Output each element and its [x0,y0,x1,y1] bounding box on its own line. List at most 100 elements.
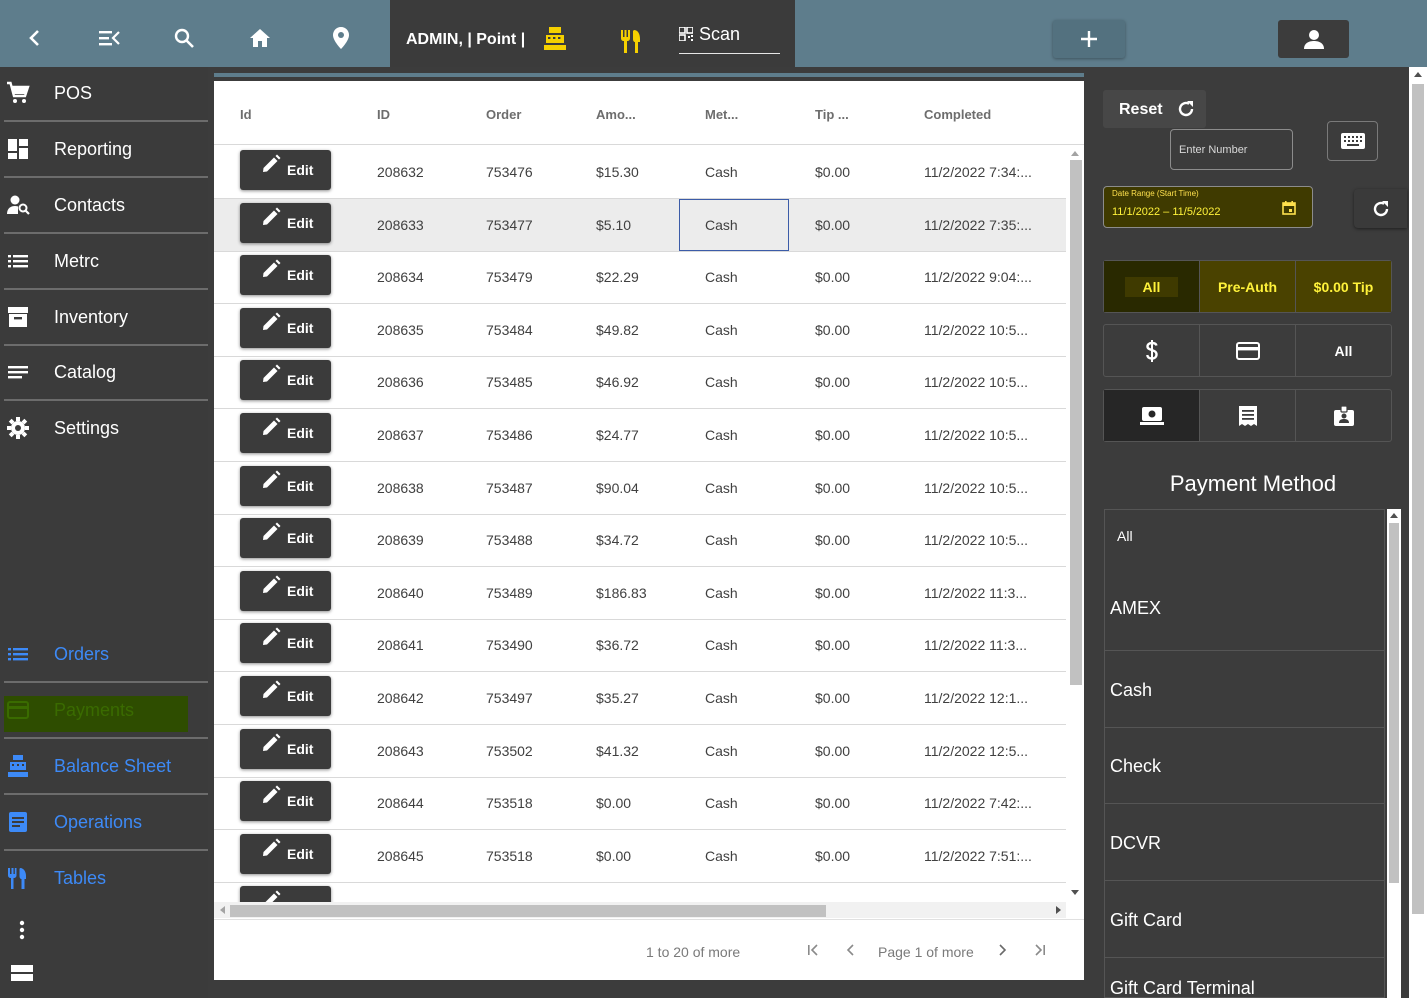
amount-cell[interactable]: $36.72 [596,637,696,653]
payment-method-item[interactable]: Gift Card [1105,881,1384,958]
table-row[interactable]: Edit 208633 753477 $5.10 Cash $0.00 11/2/2022 … [214,198,1066,252]
table-row[interactable]: Edit 208645 753518 $0.00 Cash $0.00 11/2/2022 … [214,830,1066,883]
amount-cell[interactable]: $0.00 [596,795,696,811]
completed-cell[interactable]: 11/2/2022 10:5... [924,374,1042,390]
table-vertical-scrollbar[interactable] [1066,146,1084,902]
payment-id-cell[interactable]: 208640 [377,585,477,601]
tip-cell[interactable]: $0.00 [815,795,915,811]
payment-id-cell[interactable]: 208633 [377,217,477,233]
tip-cell[interactable]: $0.00 [815,743,915,759]
order-cell[interactable]: 753485 [486,374,586,390]
payment-method-item[interactable]: All [1105,510,1384,564]
column-header-completed[interactable]: Completed [924,107,991,122]
amount-cell[interactable]: $15.30 [596,164,696,180]
scroll-up-arrow[interactable] [1390,513,1398,518]
scroll-right-arrow[interactable] [1056,906,1061,914]
order-cell[interactable]: 753486 [486,427,586,443]
scroll-up-arrow[interactable] [1071,151,1079,156]
edit-button[interactable]: Edit [240,518,331,559]
filter-zero-tip-button[interactable]: $0.00 Tip [1296,261,1391,312]
amount-cell[interactable]: $0.00 [596,848,696,864]
edit-button[interactable]: Edit [240,781,331,822]
payment-id-cell[interactable]: 208635 [377,322,477,338]
payment-id-cell[interactable]: 208634 [377,269,477,285]
reset-button[interactable]: Reset [1103,90,1206,128]
completed-cell[interactable]: 11/2/2022 12:1... [924,690,1042,706]
table-row[interactable]: Edit 208632 753476 $15.30 Cash $0.00 11/2/2022… [214,146,1066,199]
filter-all-button[interactable]: All [1104,261,1200,312]
sidebar-item-inventory[interactable]: Inventory [0,291,208,346]
completed-cell[interactable]: 11/2/2022 7:34:... [924,164,1042,180]
amount-cell[interactable]: $90.04 [596,480,696,496]
more-vertical-icon[interactable] [12,918,32,942]
page-vertical-scrollbar[interactable] [1409,67,1427,998]
last-page-icon[interactable] [1031,940,1049,960]
completed-cell[interactable]: 11/2/2022 7:51:... [924,848,1042,864]
number-search-input[interactable] [1170,129,1293,170]
amount-cell[interactable]: $186.83 [596,585,696,601]
payment-method-item[interactable]: Gift Card Terminal [1105,958,1384,997]
completed-cell[interactable]: 11/2/2022 10:5... [924,322,1042,338]
payment-method-item[interactable]: AMEX [1105,564,1384,651]
table-row[interactable]: Edit 208638 753487 $90.04 Cash $0.00 11/2/2022… [214,462,1066,515]
method-cell[interactable]: Cash [705,637,805,653]
sidebar-item-metrc[interactable]: Metrc [0,235,208,290]
table-row[interactable]: Edit 208637 753486 $24.77 Cash $0.00 11/2/2022… [214,409,1066,462]
completed-cell[interactable]: 11/2/2022 11:3... [924,585,1042,601]
column-header-order[interactable]: Order [486,107,521,122]
payment-method-scrollbar[interactable] [1387,509,1401,998]
register-icon[interactable] [542,26,568,52]
tip-cell[interactable]: $0.00 [815,164,915,180]
amount-cell[interactable]: $34.72 [596,532,696,548]
edit-button[interactable]: Edit [240,255,331,296]
edit-button[interactable]: Edit [240,307,331,348]
edit-button[interactable]: Edit [240,413,331,453]
order-cell[interactable]: 753484 [486,322,586,338]
payment-id-cell[interactable]: 208637 [377,427,477,443]
table-row[interactable]: Edit 208644 753518 $0.00 Cash $0.00 11/2/2022 … [214,777,1066,831]
amount-cell[interactable]: $35.27 [596,690,696,706]
tip-cell[interactable]: $0.00 [815,374,915,390]
scrollbar-thumb[interactable] [1412,84,1424,914]
order-cell[interactable]: 753479 [486,269,586,285]
tip-cell[interactable]: $0.00 [815,427,915,443]
order-cell[interactable]: 753497 [486,690,586,706]
table-row[interactable]: Edit 208634 753479 $22.29 Cash $0.00 11/2/2022… [214,251,1066,305]
column-header-payment-id[interactable]: ID [377,107,390,122]
scrollbar-thumb[interactable] [230,905,826,917]
next-page-icon[interactable] [993,940,1011,960]
table-row[interactable]: Edit 208642 753497 $35.27 Cash $0.00 11/2/2022… [214,672,1066,725]
payment-id-cell[interactable]: 208641 [377,637,477,653]
payment-id-cell[interactable]: 208644 [377,795,477,811]
sidebar-item-pos[interactable]: POS [0,67,208,122]
tip-cell[interactable]: $0.00 [815,585,915,601]
amount-cell[interactable]: $24.77 [596,427,696,443]
edit-button[interactable]: Edit [240,150,331,190]
tip-cell[interactable]: $0.00 [815,269,915,285]
payment-id-cell[interactable]: 208636 [377,374,477,390]
order-cell[interactable]: 753488 [486,532,586,548]
completed-cell[interactable]: 11/2/2022 12:5... [924,743,1042,759]
user-account-button[interactable] [1278,20,1349,58]
tip-cell[interactable]: $0.00 [815,848,915,864]
payment-method-item[interactable]: Cash [1105,651,1384,728]
completed-cell[interactable]: 11/2/2022 9:04:... [924,269,1042,285]
table-row[interactable] [214,882,1066,902]
location-pin-icon[interactable] [327,24,355,52]
edit-button[interactable]: Edit [240,360,331,401]
amount-cell[interactable]: $46.92 [596,374,696,390]
order-cell[interactable]: 753518 [486,848,586,864]
tip-cell[interactable]: $0.00 [815,322,915,338]
table-horizontal-scrollbar[interactable] [214,902,1066,918]
scrollbar-thumb[interactable] [1070,160,1082,685]
edit-button[interactable]: Edit [240,728,331,769]
channel-receipt-button[interactable] [1200,390,1296,441]
payment-id-cell[interactable]: 208645 [377,848,477,864]
menu-collapse-icon[interactable] [95,24,123,52]
edit-button[interactable]: Edit [240,833,331,874]
order-cell[interactable]: 753487 [486,480,586,496]
edit-button[interactable] [240,886,331,902]
channel-cash-drawer-button[interactable] [1104,390,1200,441]
payment-id-cell[interactable]: 208632 [377,164,477,180]
table-row[interactable]: Edit 208643 753502 $41.32 Cash $0.00 11/2/2022… [214,725,1066,778]
